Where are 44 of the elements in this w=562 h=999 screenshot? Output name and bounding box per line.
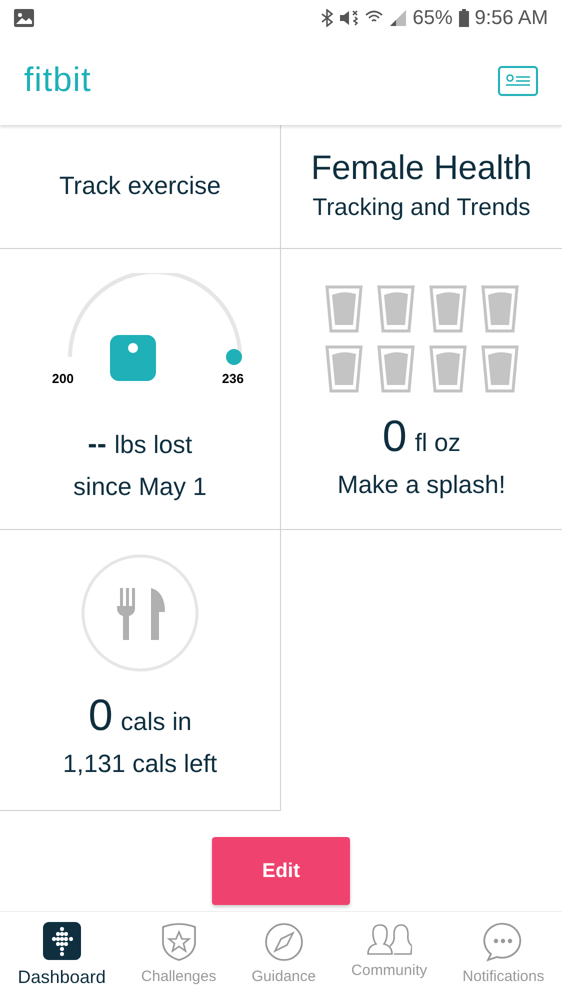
water-glass-icon bbox=[428, 285, 466, 333]
fork-knife-icon bbox=[81, 554, 199, 672]
dots-logo-icon bbox=[42, 922, 81, 960]
water-glass-icon bbox=[376, 345, 414, 393]
water-glass-icon bbox=[324, 285, 362, 333]
tile-subtitle: since May 1 bbox=[73, 472, 207, 503]
gauge-goal-label: 236 bbox=[222, 370, 244, 388]
scale-icon bbox=[110, 335, 156, 381]
water-glass-icon bbox=[324, 345, 362, 393]
nav-tab[interactable]: Guidance bbox=[252, 922, 316, 988]
profile-card-button[interactable] bbox=[498, 66, 538, 96]
nav-tab[interactable]: Challenges bbox=[141, 922, 216, 988]
calories-unit: cals in bbox=[120, 707, 192, 738]
water-glass-icon bbox=[480, 285, 518, 333]
nav-tab[interactable]: Notifications bbox=[462, 922, 544, 988]
people-icon bbox=[366, 922, 412, 956]
water-glass-icon bbox=[376, 285, 414, 333]
signal-icon bbox=[388, 9, 407, 27]
bluetooth-icon bbox=[320, 9, 333, 27]
weight-value: -- bbox=[88, 427, 106, 461]
calories-value: 0 bbox=[88, 694, 113, 738]
tile-title: Female Health bbox=[310, 148, 532, 190]
gauge-start-label: 200 bbox=[52, 370, 74, 388]
clock-time: 9:56 AM bbox=[474, 6, 548, 31]
mute-vibrate-icon bbox=[338, 9, 359, 27]
tile-subtitle: Tracking and Trends bbox=[312, 192, 530, 223]
water-glass-icon bbox=[428, 345, 466, 393]
tile-subtitle: 1,131 cals left bbox=[62, 748, 218, 780]
tile-title: Track exercise bbox=[59, 170, 221, 202]
water-glass-icon bbox=[480, 345, 518, 393]
battery-percent: 65% bbox=[412, 6, 453, 31]
tile-subtitle: Make a splash! bbox=[337, 470, 506, 500]
image-icon bbox=[14, 9, 34, 27]
water-unit: fl oz bbox=[414, 428, 461, 459]
nav-tab[interactable]: Dashboard bbox=[18, 922, 106, 991]
chat-bubble-icon bbox=[483, 922, 524, 962]
app-logo: fitbit bbox=[24, 60, 92, 101]
battery-icon bbox=[458, 9, 469, 27]
profile-card-icon bbox=[505, 74, 531, 88]
compass-icon bbox=[264, 922, 304, 962]
edit-button[interactable]: Edit bbox=[212, 837, 350, 905]
weight-unit: lbs lost bbox=[114, 430, 192, 461]
nav-tab[interactable]: Community bbox=[351, 922, 428, 982]
water-value: 0 bbox=[382, 415, 407, 459]
